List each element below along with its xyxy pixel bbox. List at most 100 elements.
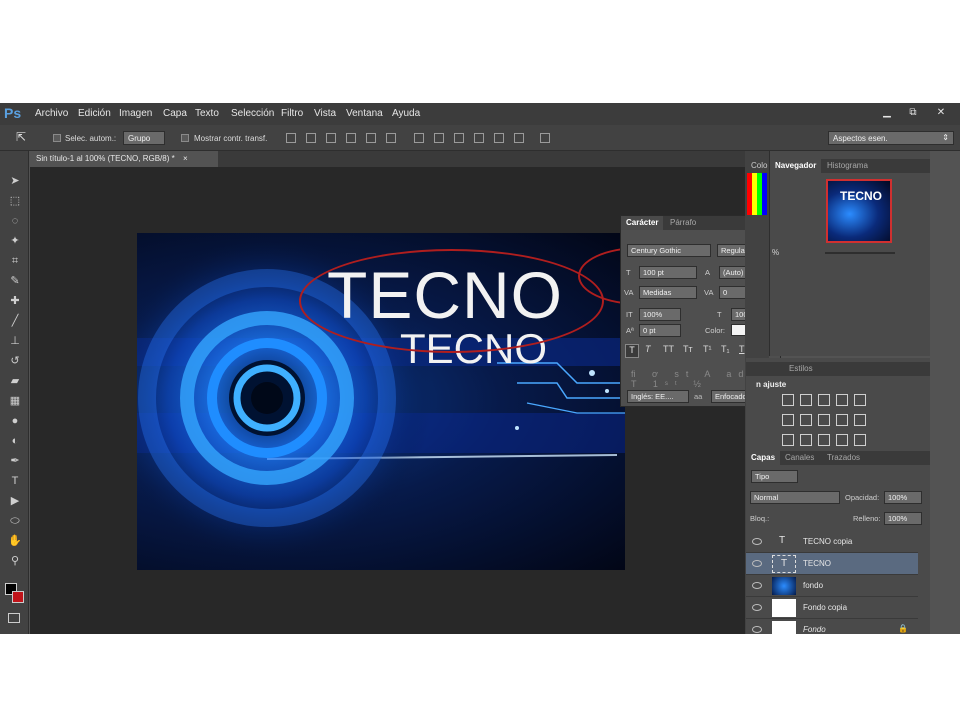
zoom-percent[interactable]: % — [772, 248, 779, 257]
document-tab[interactable]: Sin título-1 al 100% (TECNO, RGB/8) * × — [30, 151, 218, 167]
auto-align-icon[interactable] — [540, 133, 550, 143]
zoom-slider[interactable] — [825, 252, 895, 254]
stamp-tool-icon[interactable]: ⊥ — [7, 333, 23, 349]
faux-italic-button[interactable]: T — [645, 344, 651, 354]
distribute-vcenter-icon[interactable] — [434, 133, 444, 143]
layer-filter-dropdown[interactable]: Tipo — [751, 470, 798, 483]
menu-filtro[interactable]: Filtro — [281, 108, 303, 119]
gradient-map-icon[interactable] — [836, 434, 848, 446]
visibility-eye-icon[interactable] — [752, 560, 762, 567]
menu-vista[interactable]: Vista — [314, 108, 336, 119]
menu-texto[interactable]: Texto — [195, 108, 219, 119]
invert-icon[interactable] — [782, 434, 794, 446]
channel-mixer-icon[interactable] — [854, 414, 866, 426]
posterize-icon[interactable] — [800, 434, 812, 446]
zoom-tool-icon[interactable]: ⚲ — [7, 553, 23, 569]
subscript-button[interactable]: T₁ — [721, 344, 730, 354]
blur-tool-icon[interactable]: ● — [7, 413, 23, 429]
menu-imagen[interactable]: Imagen — [119, 108, 152, 119]
close-button[interactable]: ✕ — [930, 105, 952, 121]
exposure-icon[interactable] — [836, 394, 848, 406]
type-tool-icon[interactable]: T — [7, 473, 23, 489]
font-family-field[interactable]: Century Gothic — [627, 244, 711, 257]
tab-trazados[interactable]: Trazados — [822, 451, 865, 465]
menu-edicion[interactable]: Edición — [78, 108, 111, 119]
hand-tool-icon[interactable]: ✋ — [7, 533, 23, 549]
tab-capas[interactable]: Capas — [746, 451, 781, 465]
lasso-tool-icon[interactable]: ◌ — [7, 213, 23, 229]
magic-wand-tool-icon[interactable]: ✦ — [7, 233, 23, 249]
navigator-thumbnail[interactable]: TECNO — [826, 179, 892, 243]
dodge-tool-icon[interactable]: ◐ — [7, 433, 23, 449]
tab-histograma[interactable]: Histograma — [822, 159, 873, 173]
all-caps-button[interactable]: TT — [663, 344, 674, 354]
align-bottom-icon[interactable] — [326, 133, 336, 143]
tab-canales[interactable]: Canales — [780, 451, 819, 465]
menu-ayuda[interactable]: Ayuda — [392, 108, 420, 119]
distribute-left-icon[interactable] — [474, 133, 484, 143]
menu-seleccion[interactable]: Selección — [231, 108, 274, 119]
visibility-eye-icon[interactable] — [752, 604, 762, 611]
auto-select-checkbox[interactable] — [53, 134, 61, 142]
path-selection-tool-icon[interactable]: ▶ — [7, 493, 23, 509]
move-tool-icon[interactable]: ⇱ — [16, 130, 26, 144]
align-top-icon[interactable] — [286, 133, 296, 143]
minimize-button[interactable]: ▁ — [876, 105, 898, 121]
history-brush-tool-icon[interactable]: ↺ — [7, 353, 23, 369]
quick-mask-icon[interactable] — [8, 613, 20, 623]
opacity-field[interactable]: 100% — [884, 491, 922, 504]
menu-archivo[interactable]: Archivo — [35, 108, 68, 119]
align-right-icon[interactable] — [386, 133, 396, 143]
font-size-field[interactable]: 100 pt — [639, 266, 697, 279]
tab-estilos[interactable]: Estilos — [784, 362, 818, 376]
visibility-eye-icon[interactable] — [752, 582, 762, 589]
threshold-icon[interactable] — [818, 434, 830, 446]
photo-filter-icon[interactable] — [836, 414, 848, 426]
eyedropper-tool-icon[interactable]: ✎ — [7, 273, 23, 289]
faux-bold-button[interactable]: T — [625, 344, 639, 358]
gradient-tool-icon[interactable]: ▦ — [7, 393, 23, 409]
small-caps-button[interactable]: Tт — [683, 344, 693, 354]
align-left-icon[interactable] — [346, 133, 356, 143]
underline-button[interactable]: T — [739, 344, 745, 354]
tab-navegador[interactable]: Navegador — [770, 159, 822, 173]
layer-row[interactable]: Fondo copia — [746, 597, 918, 619]
kerning-field[interactable]: Medidas — [639, 286, 697, 299]
tab-parrafo[interactable]: Párrafo — [665, 216, 701, 230]
distribute-right-icon[interactable] — [514, 133, 524, 143]
layer-row[interactable]: Fondo 🔒 — [746, 619, 918, 634]
distribute-top-icon[interactable] — [414, 133, 424, 143]
move-tool-icon[interactable]: ➤ — [7, 173, 23, 189]
background-color-swatch[interactable] — [12, 591, 24, 603]
layer-row[interactable]: T TECNO — [746, 553, 918, 575]
layer-row[interactable]: fondo — [746, 575, 918, 597]
align-hcenter-icon[interactable] — [366, 133, 376, 143]
crop-tool-icon[interactable]: ⌗ — [7, 253, 23, 269]
align-vcenter-icon[interactable] — [306, 133, 316, 143]
pen-tool-icon[interactable]: ✒ — [7, 453, 23, 469]
vertical-scale-field[interactable]: 100% — [639, 308, 681, 321]
layer-row[interactable]: T TECNO copia — [746, 531, 918, 553]
fill-field[interactable]: 100% — [884, 512, 922, 525]
hue-saturation-icon[interactable] — [782, 414, 794, 426]
distribute-bottom-icon[interactable] — [454, 133, 464, 143]
marquee-tool-icon[interactable]: ⬚ — [7, 193, 23, 209]
restore-button[interactable]: ⧉ — [902, 105, 924, 121]
blend-mode-dropdown[interactable]: Normal — [750, 491, 840, 504]
selective-color-icon[interactable] — [854, 434, 866, 446]
ellipse-tool-icon[interactable]: ⬭ — [7, 513, 23, 529]
healing-tool-icon[interactable]: ✚ — [7, 293, 23, 309]
curves-icon[interactable] — [818, 394, 830, 406]
brush-tool-icon[interactable]: ╱ — [7, 313, 23, 329]
distribute-hcenter-icon[interactable] — [494, 133, 504, 143]
baseline-shift-field[interactable]: 0 pt — [639, 324, 681, 337]
menu-capa[interactable]: Capa — [163, 108, 187, 119]
eraser-tool-icon[interactable]: ▰ — [7, 373, 23, 389]
close-tab-icon[interactable]: × — [183, 154, 188, 163]
workspace-dropdown[interactable]: Aspectos esen. ⇕ — [828, 131, 954, 145]
menu-ventana[interactable]: Ventana — [346, 108, 383, 119]
black-white-icon[interactable] — [818, 414, 830, 426]
visibility-eye-icon[interactable] — [752, 626, 762, 633]
vibrance-icon[interactable] — [854, 394, 866, 406]
color-balance-icon[interactable] — [800, 414, 812, 426]
